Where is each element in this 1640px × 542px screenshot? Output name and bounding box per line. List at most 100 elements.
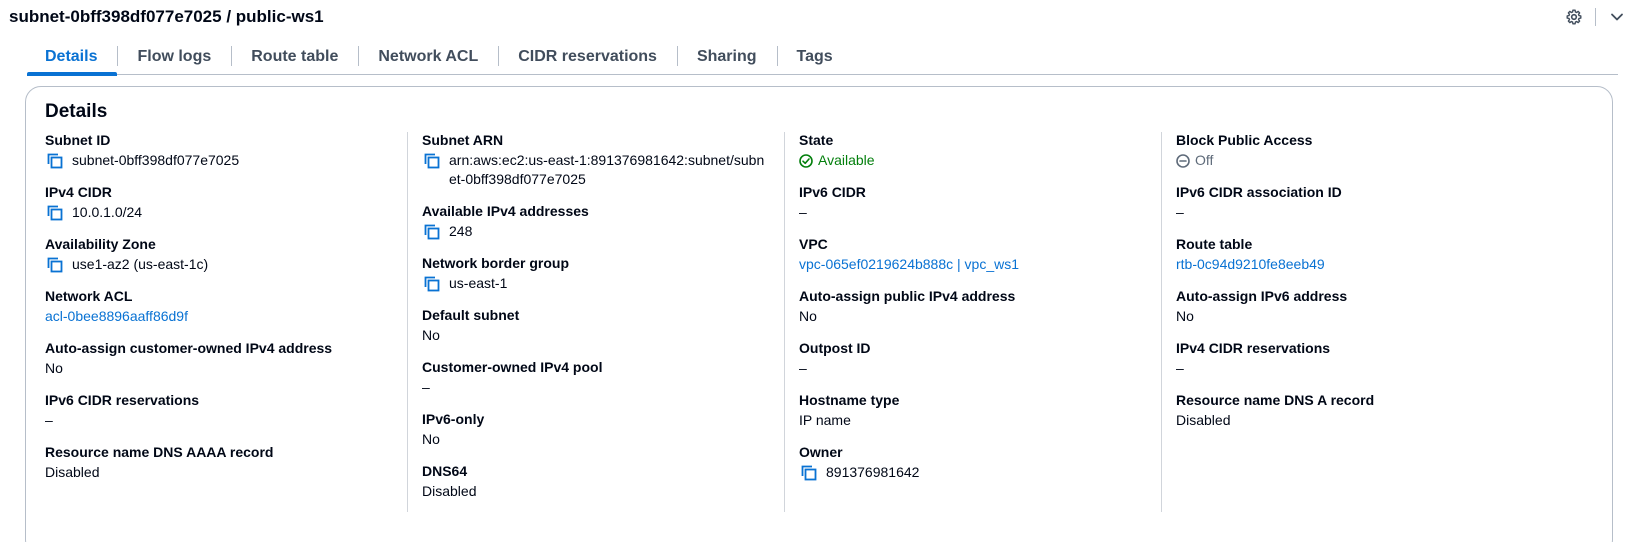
copy-icon[interactable] xyxy=(47,153,63,169)
field-label: Owner xyxy=(799,444,843,460)
field-value: Disabled xyxy=(422,483,477,499)
field-label: IPv6 CIDR association ID xyxy=(1176,184,1342,200)
field-value: – xyxy=(799,204,807,220)
check-circle-icon xyxy=(799,153,813,168)
settings-button[interactable] xyxy=(1563,6,1585,28)
available-ipv4-value: 248 xyxy=(449,223,473,239)
field-value: No xyxy=(1176,308,1194,324)
field-label: IPv6-only xyxy=(422,411,485,427)
field-ipv6-cidr-reservations: IPv6 CIDR reservations – xyxy=(45,392,407,430)
field-value: – xyxy=(799,360,807,376)
field-owner: Owner 891376981642 xyxy=(799,444,1161,482)
field-value: No xyxy=(45,360,63,376)
field-label: VPC xyxy=(799,236,828,252)
tab-details[interactable]: Details xyxy=(27,40,118,76)
field-subnet-arn: Subnet ARN arn:aws:ec2:us-east-1:8913769… xyxy=(422,132,784,189)
state-value: Available xyxy=(818,152,875,168)
field-ipv6-cidr-association-id: IPv6 CIDR association ID – xyxy=(1176,184,1581,222)
field-vpc: VPC vpc-065ef0219624b888c | vpc_ws1 xyxy=(799,236,1161,274)
field-label: State xyxy=(799,132,834,148)
field-value: subnet-0bff398df077e7025 xyxy=(45,151,407,170)
page-header: subnet-0bff398df077e7025 / public-ws1 xyxy=(9,4,1628,30)
vpc-link[interactable]: vpc-065ef0219624b888c | vpc_ws1 xyxy=(799,255,1161,274)
field-label: Customer-owned IPv4 pool xyxy=(422,359,603,375)
field-block-public-access: Block Public Access Off xyxy=(1176,132,1581,170)
field-route-table: Route table rtb-0c94d9210fe8eeb49 xyxy=(1176,236,1581,274)
copy-icon[interactable] xyxy=(424,153,440,169)
field-value: arn:aws:ec2:us-east-1:891376981642:subne… xyxy=(422,151,784,189)
field-value: us-east-1 xyxy=(422,274,784,293)
field-value: 10.0.1.0/24 xyxy=(45,203,407,222)
tab-sharing[interactable]: Sharing xyxy=(676,40,777,74)
field-label: Outpost ID xyxy=(799,340,871,356)
field-label: IPv4 CIDR xyxy=(45,184,112,200)
field-auto-assign-ipv6: Auto-assign IPv6 address No xyxy=(1176,288,1581,326)
subnet-details-page: subnet-0bff398df077e7025 / public-ws1 De… xyxy=(0,0,1640,542)
tab-bar: Details Flow logs Route table Network AC… xyxy=(27,40,1618,76)
field-label: Subnet ID xyxy=(45,132,111,148)
field-ipv6-only: IPv6-only No xyxy=(422,411,784,449)
field-label: Auto-assign IPv6 address xyxy=(1176,288,1348,304)
field-ipv4-cidr: IPv4 CIDR 10.0.1.0/24 xyxy=(45,184,407,222)
field-dns-a-record: Resource name DNS A record Disabled xyxy=(1176,392,1581,430)
header-divider xyxy=(1595,8,1596,26)
field-value: – xyxy=(45,412,53,428)
field-value: – xyxy=(1176,360,1184,376)
field-dns-aaaa-record: Resource name DNS AAAA record Disabled xyxy=(45,444,407,482)
field-label: Resource name DNS A record xyxy=(1176,392,1375,408)
field-state: State Available xyxy=(799,132,1161,170)
tab-flow-logs[interactable]: Flow logs xyxy=(117,40,231,74)
copy-icon[interactable] xyxy=(424,224,440,240)
field-label: DNS64 xyxy=(422,463,468,479)
field-value: 248 xyxy=(422,222,784,241)
gear-icon xyxy=(1566,9,1582,25)
field-label: Block Public Access xyxy=(1176,132,1313,148)
details-heading: Details xyxy=(45,101,108,122)
field-label: Default subnet xyxy=(422,307,520,323)
field-value: IP name xyxy=(799,412,851,428)
field-label: Route table xyxy=(1176,236,1253,252)
page-title: subnet-0bff398df077e7025 / public-ws1 xyxy=(9,7,324,26)
field-label: Availability Zone xyxy=(45,236,156,252)
field-ipv4-cidr-reservations: IPv4 CIDR reservations – xyxy=(1176,340,1581,378)
field-value: – xyxy=(422,379,430,395)
field-value: use1-az2 (us-east-1c) xyxy=(45,255,407,274)
field-label: Network border group xyxy=(422,255,570,271)
owner-value: 891376981642 xyxy=(826,464,920,480)
availability-zone-value: use1-az2 (us-east-1c) xyxy=(72,256,209,272)
route-table-link[interactable]: rtb-0c94d9210fe8eeb49 xyxy=(1176,255,1581,274)
tab-tags[interactable]: Tags xyxy=(776,40,853,74)
tab-cidr-reservations[interactable]: CIDR reservations xyxy=(498,40,677,74)
details-column-2: Subnet ARN arn:aws:ec2:us-east-1:8913769… xyxy=(407,132,784,542)
copy-icon[interactable] xyxy=(424,276,440,292)
block-public-access-value: Off xyxy=(1195,152,1214,168)
field-network-border-group: Network border group us-east-1 xyxy=(422,255,784,293)
field-label: IPv6 CIDR xyxy=(799,184,866,200)
field-ipv6-cidr: IPv6 CIDR – xyxy=(799,184,1161,222)
network-border-group-value: us-east-1 xyxy=(449,275,508,291)
field-default-subnet: Default subnet No xyxy=(422,307,784,345)
details-columns: Subnet ID subnet-0bff398df077e7025 IPv4 … xyxy=(26,132,1612,542)
field-label: IPv6 CIDR reservations xyxy=(45,392,200,408)
field-label: Network ACL xyxy=(45,288,133,304)
status-indicator: Available xyxy=(799,151,1161,170)
copy-icon[interactable] xyxy=(801,465,817,481)
field-outpost-id: Outpost ID – xyxy=(799,340,1161,378)
field-label: Available IPv4 addresses xyxy=(422,203,589,219)
details-column-1: Subnet ID subnet-0bff398df077e7025 IPv4 … xyxy=(26,132,407,542)
collapse-button[interactable] xyxy=(1606,6,1628,28)
network-acl-link[interactable]: acl-0bee8896aaff86d9f xyxy=(45,307,407,326)
copy-icon[interactable] xyxy=(47,205,63,221)
field-label: Hostname type xyxy=(799,392,900,408)
field-network-acl: Network ACL acl-0bee8896aaff86d9f xyxy=(45,288,407,326)
copy-icon[interactable] xyxy=(47,257,63,273)
status-indicator: Off xyxy=(1176,151,1581,170)
tab-route-table[interactable]: Route table xyxy=(231,40,358,74)
tab-network-acl[interactable]: Network ACL xyxy=(358,40,498,74)
field-label: IPv4 CIDR reservations xyxy=(1176,340,1331,356)
field-auto-assign-public-ipv4: Auto-assign public IPv4 address No xyxy=(799,288,1161,326)
details-container: Details Subnet ID subnet-0bff398df077e70… xyxy=(25,86,1613,542)
field-dns64: DNS64 Disabled xyxy=(422,463,784,501)
field-value: No xyxy=(422,431,440,447)
field-auto-assign-customer-ipv4: Auto-assign customer-owned IPv4 address … xyxy=(45,340,407,378)
